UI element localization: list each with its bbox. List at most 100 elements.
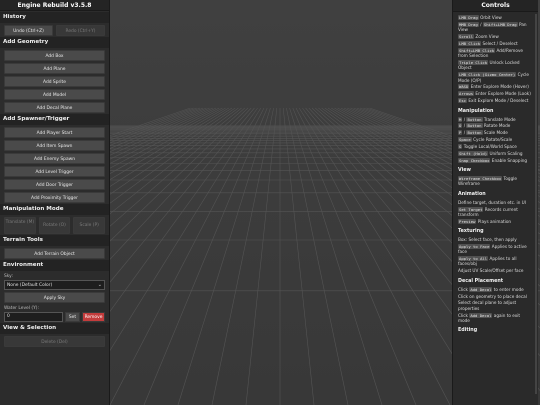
controls-line: P / Button Scale Mode (458, 130, 533, 136)
controls-line: Triple Click Unlock Locked Object (458, 60, 533, 71)
add-geometry-header: Add Geometry (0, 37, 109, 48)
shortcut-desc: / (463, 130, 466, 136)
shortcut-key: P (458, 130, 463, 136)
view-help-header: View (458, 168, 471, 174)
shortcut-desc: Click (458, 312, 468, 318)
add-terrain-button[interactable]: Add Terrain Object (4, 248, 105, 259)
controls-line: Snap Checkbox Enable Snapping (458, 157, 533, 163)
shortcut-desc: / (480, 21, 482, 27)
shortcut-key: Add Decal (469, 286, 493, 292)
add-proximity-trigger-button[interactable]: Add Proximity Trigger (4, 192, 105, 203)
apply-sky-button[interactable]: Apply Sky (4, 292, 105, 303)
controls-list: LMB Drag Orbit View MMB Drag / Shift+LMB… (453, 12, 538, 333)
sky-select[interactable]: None (Default Color) ⌄ (4, 280, 105, 290)
shortcut-desc: Cycle Rotate/Scale (473, 137, 513, 143)
add-enemy-spawn-button[interactable]: Add Enemy Spawn (4, 153, 105, 164)
controls-line: LMB Click (Gizmo Center) Cycle Mode (O/P… (458, 72, 533, 83)
water-set-button[interactable]: Set (65, 312, 80, 322)
shortcut-key: Set Target (458, 206, 484, 212)
add-sprite-button[interactable]: Add Sprite (4, 76, 105, 87)
texturing-help-header: Texturing (458, 229, 484, 235)
environment-header: Environment (0, 260, 109, 271)
controls-line: G Toggle Local/World Space (458, 144, 533, 150)
redo-button[interactable]: Redo (Ctrl+Y) (56, 25, 105, 36)
controls-line: Adjust UV Scale/Offset per face (458, 268, 533, 273)
water-level-row: 0 Set Remove (4, 312, 105, 322)
controls-line: Select decal plane to adjust properties (458, 300, 533, 311)
controls-line: Define target, duration etc. in UI (458, 200, 533, 205)
app-title: Engine Rebuild v3.5.8 (0, 0, 109, 11)
controls-line: Space Cycle Rotate/Scale (458, 137, 533, 143)
shortcut-key: Button (466, 116, 483, 122)
controls-line: Shift (Hold) Uniform Scaling (458, 150, 533, 156)
shortcut-key: Space (458, 137, 472, 143)
controls-line: Arrows Enter Explore Mode (Look) (458, 91, 533, 97)
shortcut-key: Wireframe Checkbox (458, 176, 503, 182)
controls-line: LMB Drag Orbit View (458, 15, 533, 20)
controls-scrollbar[interactable] (535, 14, 537, 394)
rotate-mode-button[interactable]: Rotate (O) (38, 217, 71, 234)
shortcut-key: Add Decal (469, 312, 493, 318)
history-header: History (0, 12, 109, 23)
shortcut-desc: Scale Mode (483, 130, 508, 136)
shortcut-key: Snap Checkbox (458, 157, 491, 163)
controls-line: Wireframe Checkbox Toggle Wireframe (458, 176, 533, 187)
shortcut-desc: Plays animation (477, 218, 512, 224)
add-spawner-header: Add Spawner/Trigger (0, 114, 109, 125)
shortcut-desc: Adjust UV Scale/Offset per face (458, 268, 524, 274)
add-box-button[interactable]: Add Box (4, 50, 105, 61)
shortcut-key: LMB Drag (458, 15, 479, 20)
shortcut-key: Shift (Hold) (458, 150, 489, 156)
shortcut-desc: Toggle Local/World Space (463, 144, 517, 150)
manipulation-mode-header: Manipulation Mode (0, 204, 109, 215)
shortcut-desc: Exit Explore Mode / Deselect (468, 98, 529, 104)
left-tool-panel: Engine Rebuild v3.5.8 History Undo (Ctrl… (0, 0, 110, 405)
add-decal-plane-button[interactable]: Add Decal Plane (4, 102, 105, 113)
shortcut-desc: Enable Snapping (491, 157, 528, 163)
animation-help-header: Animation (458, 191, 486, 197)
add-plane-button[interactable]: Add Plane (4, 63, 105, 74)
controls-line: Apply to All Applies to all faces/obj (458, 256, 533, 267)
shortcut-desc: Click (458, 286, 468, 292)
shortcut-desc: Zoom View (475, 34, 499, 40)
water-remove-button[interactable]: Remove (82, 312, 105, 322)
scale-mode-button[interactable]: Scale (P) (73, 217, 106, 234)
shortcut-desc: / (463, 116, 466, 122)
add-door-trigger-button[interactable]: Add Door Trigger (4, 179, 105, 190)
translate-mode-button[interactable]: Translate (M) (4, 217, 36, 234)
add-model-button[interactable]: Add Model (4, 89, 105, 100)
shortcut-key: Shift+LMB Click (458, 47, 496, 53)
shortcut-key: LMB Click (458, 40, 482, 46)
terrain-tools-header: Terrain Tools (0, 235, 109, 246)
water-level-input[interactable]: 0 (4, 312, 63, 322)
sky-label: Sky: (4, 274, 13, 279)
shortcut-desc: Rotate Mode (483, 123, 511, 129)
history-buttons: Undo (Ctrl+Z) Redo (Ctrl+Y) (4, 25, 105, 36)
shortcut-desc: / (463, 123, 466, 129)
controls-line: M / Button Translate Mode (458, 116, 533, 122)
controls-line: O / Button Rotate Mode (458, 123, 533, 129)
shortcut-key: WASD (458, 84, 470, 90)
delete-button[interactable]: Delete (Del) (4, 336, 105, 347)
shortcut-key: M (458, 116, 463, 122)
manipulation-buttons: Translate (M) Rotate (O) Scale (P) (4, 217, 106, 234)
undo-button[interactable]: Undo (Ctrl+Z) (4, 25, 53, 36)
sky-select-value: None (Default Color) (7, 283, 53, 288)
add-level-trigger-button[interactable]: Add Level Trigger (4, 166, 105, 177)
shortcut-desc: Click on geometry to place decal (458, 293, 527, 299)
add-player-start-button[interactable]: Add Player Start (4, 127, 105, 138)
add-item-spawn-button[interactable]: Add Item Spawn (4, 140, 105, 151)
controls-line: Click on geometry to place decal (458, 294, 533, 299)
controls-line: MMB Drag / Shift+LMB Drag Pan View (458, 21, 533, 33)
shortcut-desc: Select decal plane to adjust properties (458, 300, 517, 311)
shortcut-key: Apply to Face (458, 244, 491, 249)
controls-line: Esc Exit Explore Mode / Deselect (458, 98, 533, 104)
shortcut-key: Preview (458, 218, 477, 224)
shortcut-desc: Orbit View (480, 15, 502, 20)
shortcut-key: Triple Click (458, 60, 489, 66)
shortcut-key: Scroll (458, 34, 475, 40)
controls-line: Click Add Decal to enter mode (458, 286, 533, 292)
controls-title: Controls (453, 0, 538, 12)
shortcut-desc: to enter mode (493, 286, 524, 292)
shortcut-desc: Select / Deselect (482, 40, 518, 46)
